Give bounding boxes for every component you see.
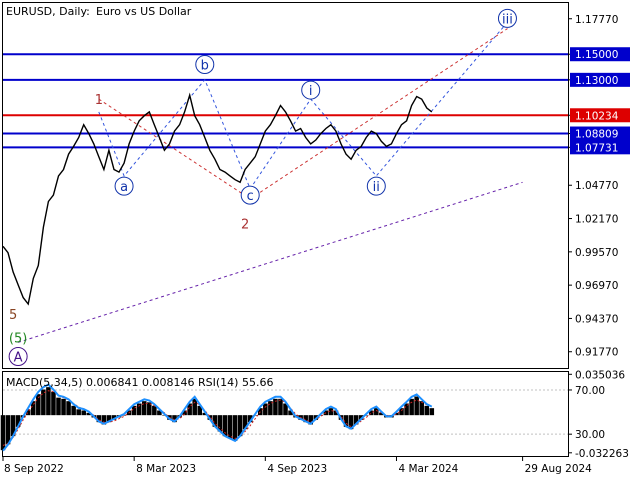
wave-label-9: ii — [373, 180, 380, 195]
macd-bar-84 — [424, 405, 430, 416]
symbol-description: Euro vs US Dollar — [96, 5, 192, 18]
price-tick-label-8: 0.99570 — [575, 247, 618, 259]
time-tick-label-2: 4 Sep 2023 — [267, 463, 327, 475]
indicator-tick-label-3: -0.032263 — [575, 448, 629, 460]
price-pane-frame — [2, 2, 569, 369]
wave-label-1: 2 — [241, 217, 249, 232]
macd-bar-11 — [56, 397, 61, 416]
indicator-title: MACD(5,34,5) 0.006841 0.008146 RSI(14) 5… — [6, 376, 273, 389]
time-tick-label-0: 8 Sep 2022 — [4, 463, 64, 475]
level-tag-label-1: 1.13000 — [575, 75, 618, 87]
symbol-label: EURUSD, Daily: — [6, 5, 90, 18]
indicator-tick-label-2: 30.00 — [575, 429, 605, 441]
indicator-tick-label-1: 70.00 — [575, 385, 605, 397]
wave-label-6: b — [201, 58, 209, 73]
level-price-tags: 1.15000 1.13000 1.10234 1.088091.07731 — [570, 47, 630, 155]
macd-bar-10 — [51, 391, 56, 416]
macd-bar-14 — [71, 405, 76, 416]
macd-bar-81 — [409, 398, 414, 416]
price-axis: 1.17770 1.15000 1.13000 1.10234 1.088091.077… — [568, 14, 619, 359]
macd-bar-16 — [81, 410, 86, 416]
indicator-axis: 0.035036 70.00 30.00 -0.032263 — [568, 369, 629, 460]
time-tick-label-3: 4 Mar 2024 — [398, 463, 458, 475]
price-tick-label-7: 1.02170 — [575, 214, 618, 226]
level-tag-label-3: 1.08809 — [575, 129, 618, 141]
price-tick-label-6: 1.04770 — [575, 180, 618, 192]
macd-bar-55 — [278, 398, 283, 416]
macd-bar-38 — [192, 398, 197, 416]
price-tick-label-9: 0.96970 — [575, 280, 618, 292]
wave-label-7: c — [247, 189, 254, 204]
chart-root: 125(5)Aabciiiiii 1.177701.150001.130001.… — [0, 0, 640, 480]
wave-label-10: iii — [502, 12, 513, 27]
wave-label-3: (5) — [9, 331, 27, 346]
price-tick-label-11: 0.91770 — [575, 347, 618, 359]
time-tick-label-4: 29 Aug 2024 — [525, 463, 593, 475]
macd-bar-46 — [232, 415, 238, 441]
macd-bar-85 — [429, 408, 435, 416]
macd-bar-12 — [61, 398, 66, 416]
time-axis: 8 Sep 2022 8 Mar 2023 4 Sep 2023 4 Mar 2024… — [2, 456, 593, 475]
macd-bar-13 — [66, 401, 71, 416]
wave-label-8: i — [309, 84, 313, 99]
chart-canvas: 125(5)Aabciiiiii 1.177701.150001.130001.… — [0, 2, 630, 475]
wave-label-0: 1 — [95, 93, 103, 108]
wave-label-4: A — [14, 350, 23, 365]
macd-bar-82 — [414, 396, 419, 416]
wave-label-2: 5 — [9, 308, 17, 323]
level-tag-label-0: 1.15000 — [575, 49, 618, 61]
macd-bar-8 — [41, 389, 46, 416]
level-tag-label-4: 1.07731 — [575, 142, 618, 154]
price-tick-label-10: 0.94370 — [575, 313, 618, 325]
price-tick-label-0: 1.17770 — [575, 14, 618, 26]
macd-bar-15 — [76, 409, 81, 416]
macd-bar-30 — [152, 405, 157, 416]
indicator-tick-label-0: 0.035036 — [575, 369, 625, 381]
time-tick-label-1: 8 Mar 2023 — [136, 463, 196, 475]
level-tag-label-2: 1.10234 — [575, 110, 619, 122]
macd-bar-52 — [263, 403, 268, 416]
macd-bar-9 — [46, 387, 51, 416]
macd-bar-83 — [419, 401, 424, 416]
wave-label-5: a — [120, 180, 128, 195]
